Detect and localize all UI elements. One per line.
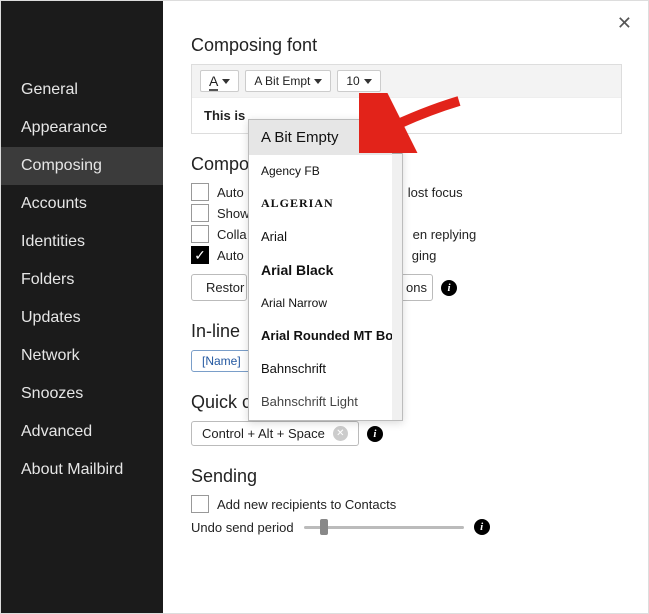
info-icon[interactable]: i: [367, 426, 383, 442]
font-option-arial-black[interactable]: Arial Black: [249, 253, 402, 287]
checkbox-icon[interactable]: [191, 204, 209, 222]
slider-track: [304, 526, 464, 529]
font-option-algerian[interactable]: ALGERIAN: [249, 187, 402, 220]
scrollbar[interactable]: [392, 120, 402, 420]
sidebar-item-appearance[interactable]: Appearance: [1, 109, 163, 147]
check-label: Show: [217, 206, 250, 221]
check-label-right: en replying: [413, 227, 477, 242]
sidebar: General Appearance Composing Accounts Id…: [1, 1, 163, 613]
main-panel: ✕ Composing font A A Bit Empt 10 This is…: [163, 1, 648, 613]
checkbox-checked-icon[interactable]: ✓: [191, 246, 209, 264]
scrollbar-thumb[interactable]: [392, 120, 402, 154]
font-color-button[interactable]: A: [200, 70, 239, 92]
check-label: Auto: [217, 248, 244, 263]
font-color-icon: A: [209, 74, 218, 88]
shortcut-input[interactable]: Control + Alt + Space ✕: [191, 421, 359, 446]
font-option-arial[interactable]: Arial: [249, 220, 402, 253]
restore-button[interactable]: Restor: [191, 274, 247, 301]
sidebar-item-accounts[interactable]: Accounts: [1, 185, 163, 223]
check-label: Colla: [217, 227, 247, 242]
slider-thumb[interactable]: [320, 519, 328, 535]
close-icon[interactable]: ✕: [617, 13, 632, 34]
font-option-arial-narrow[interactable]: Arial Narrow: [249, 287, 402, 319]
undo-send-label: Undo send period: [191, 520, 294, 535]
check-label: Auto: [217, 185, 244, 200]
sidebar-item-advanced[interactable]: Advanced: [1, 413, 163, 451]
font-option-agency-fb[interactable]: Agency FB: [249, 155, 402, 187]
font-toolbar: A A Bit Empt 10: [192, 65, 621, 98]
font-family-value: A Bit Empt: [254, 74, 310, 88]
inline-name-tag[interactable]: [Name]: [191, 350, 252, 372]
checkbox-icon[interactable]: [191, 225, 209, 243]
sidebar-item-network[interactable]: Network: [1, 337, 163, 375]
sidebar-item-about[interactable]: About Mailbird: [1, 451, 163, 489]
font-option-bahnschrift-light[interactable]: Bahnschrift Light: [249, 385, 402, 418]
chevron-down-icon: [222, 79, 230, 84]
font-size-value: 10: [346, 74, 359, 88]
font-size-button[interactable]: 10: [337, 70, 380, 92]
info-icon[interactable]: i: [441, 280, 457, 296]
sidebar-item-identities[interactable]: Identities: [1, 223, 163, 261]
font-option-arial-rounded[interactable]: Arial Rounded MT Bold: [249, 319, 402, 352]
sidebar-item-snoozes[interactable]: Snoozes: [1, 375, 163, 413]
check-label: Add new recipients to Contacts: [217, 497, 396, 512]
sidebar-item-general[interactable]: General: [1, 71, 163, 109]
shortcut-value: Control + Alt + Space: [202, 426, 325, 441]
composing-font-title: Composing font: [191, 35, 622, 56]
undo-send-slider[interactable]: [304, 519, 464, 535]
check-label-right: ging: [412, 248, 437, 263]
check-label-right: lost focus: [408, 185, 463, 200]
chevron-down-icon: [314, 79, 322, 84]
font-family-button[interactable]: A Bit Empt: [245, 70, 331, 92]
check-add-contacts[interactable]: Add new recipients to Contacts: [191, 495, 622, 513]
checkbox-icon[interactable]: [191, 495, 209, 513]
font-option-bahnschrift[interactable]: Bahnschrift: [249, 352, 402, 385]
font-dropdown[interactable]: A Bit Empty Agency FB ALGERIAN Arial Ari…: [248, 119, 403, 421]
chevron-down-icon: [364, 79, 372, 84]
font-option-a-bit-empty[interactable]: A Bit Empty: [249, 120, 402, 155]
sending-section-title: Sending: [191, 466, 622, 487]
clear-icon[interactable]: ✕: [333, 426, 348, 441]
sidebar-item-composing[interactable]: Composing: [1, 147, 163, 185]
sidebar-item-folders[interactable]: Folders: [1, 261, 163, 299]
checkbox-icon[interactable]: [191, 183, 209, 201]
info-icon[interactable]: i: [474, 519, 490, 535]
sidebar-item-updates[interactable]: Updates: [1, 299, 163, 337]
